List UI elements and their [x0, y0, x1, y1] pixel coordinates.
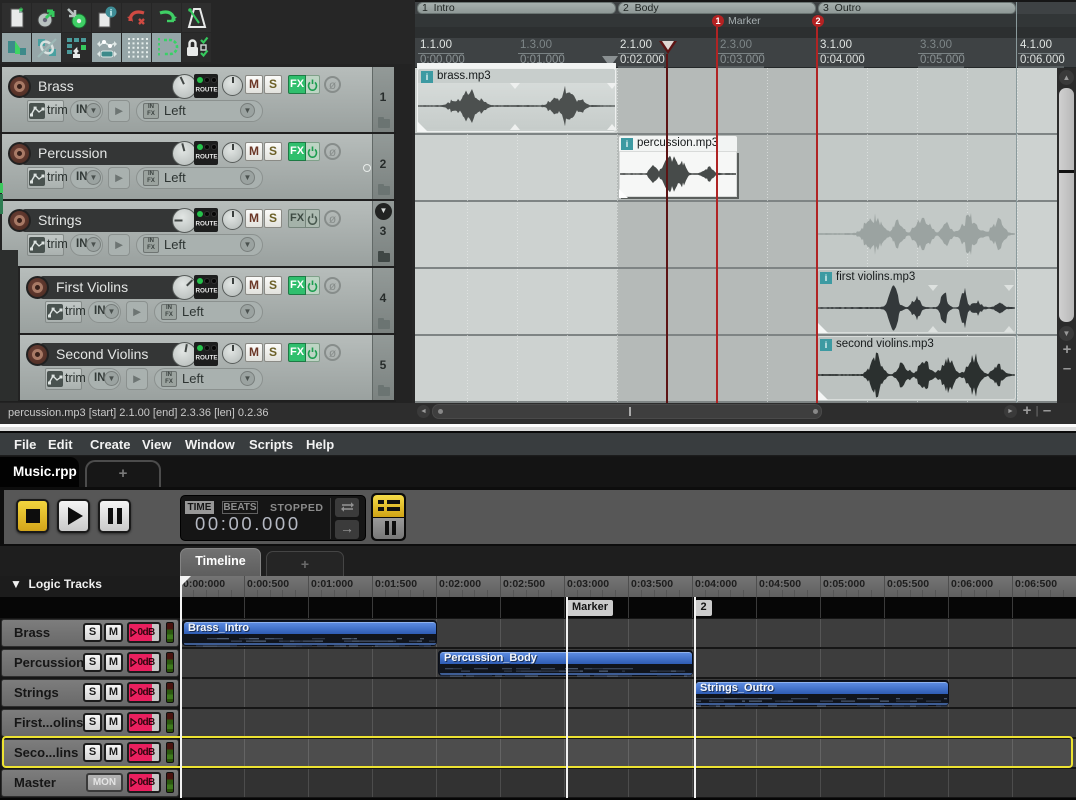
svg-text:*: *	[18, 6, 23, 18]
